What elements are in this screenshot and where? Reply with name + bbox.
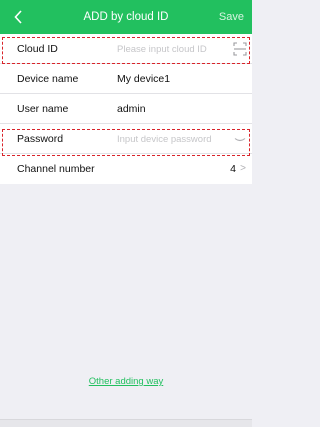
chevron-right-icon: >: [240, 163, 246, 174]
cloud-id-row: Cloud ID: [0, 34, 252, 64]
channel-number-row[interactable]: Channel number 4 >: [0, 154, 252, 184]
user-name-label: User name: [17, 103, 69, 115]
qr-scan-icon[interactable]: [233, 42, 247, 56]
user-name-value[interactable]: admin: [117, 94, 146, 124]
device-form: Cloud ID Device name My device1 User nam…: [0, 34, 252, 184]
password-input[interactable]: [117, 131, 231, 147]
password-label: Password: [17, 133, 64, 145]
device-name-value[interactable]: My device1: [117, 64, 170, 94]
nav-bar: ADD by cloud ID Save: [0, 0, 252, 34]
other-adding-way-link[interactable]: Other adding way: [0, 376, 252, 387]
device-name-row: Device name My device1: [0, 64, 252, 94]
bottom-bar: [0, 419, 252, 427]
device-name-label: Device name: [17, 73, 79, 85]
save-button[interactable]: Save: [219, 0, 244, 34]
cloud-id-input[interactable]: [117, 41, 231, 57]
password-row: Password: [0, 124, 252, 154]
cloud-id-label: Cloud ID: [17, 43, 58, 55]
eye-closed-icon[interactable]: [233, 132, 247, 146]
channel-number-label: Channel number: [17, 163, 95, 175]
user-name-row: User name admin: [0, 94, 252, 124]
page-title: ADD by cloud ID: [83, 11, 169, 23]
channel-number-value: 4: [230, 163, 236, 175]
